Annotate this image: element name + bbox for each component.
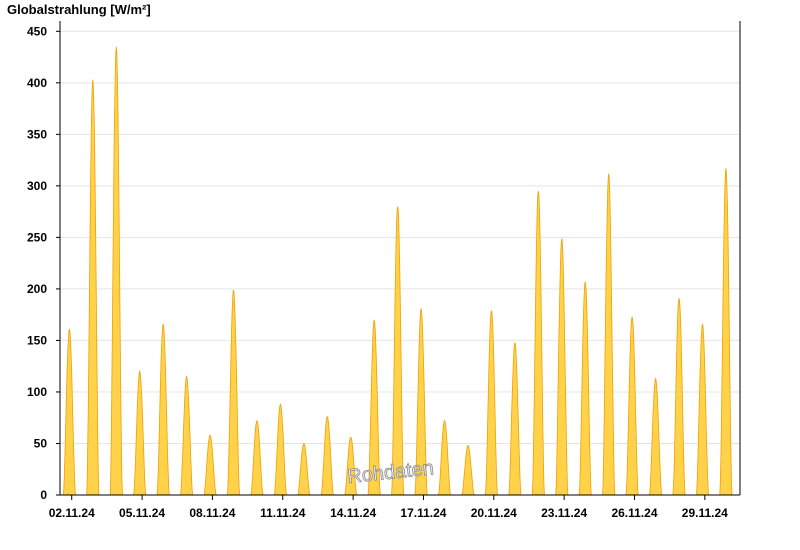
y-tick-label: 450 (27, 24, 47, 38)
y-tick-label: 150 (27, 333, 47, 347)
x-ticks: 02.11.24 05.11.24 08.11.24 11.11.24 14.11.24… (49, 495, 728, 520)
daily-peak (180, 375, 194, 496)
daily-peak (133, 369, 147, 496)
daily-peak (578, 281, 592, 496)
y-tick-label: 50 (34, 436, 48, 450)
y-ticks: 0 50 100 150 200 250 300 350 400 450 (27, 24, 60, 502)
x-tick-label: 08.11.24 (189, 506, 235, 520)
daily-peak (484, 310, 498, 496)
y-tick-label: 400 (27, 76, 47, 90)
radiation-chart: Globalstrahlung [W/m²] 0 50 100 150 200 250 30… (7, 2, 741, 520)
x-tick-label: 11.11.24 (260, 506, 306, 520)
y-tick-label: 200 (27, 282, 47, 296)
daily-peak (250, 419, 264, 496)
x-tick-label: 26.11.24 (611, 506, 657, 520)
y-tick-label: 100 (27, 385, 47, 399)
daily-peak (320, 415, 334, 496)
daily-peak (672, 298, 686, 496)
x-tick-label: 14.11.24 (330, 506, 376, 520)
daily-peak (531, 190, 545, 496)
daily-peak (695, 323, 710, 496)
daily-peak (273, 403, 287, 496)
daily-peak (297, 442, 311, 496)
daily-peak (461, 444, 475, 496)
daily-peak (86, 79, 100, 496)
x-tick-label: 29.11.24 (682, 506, 728, 520)
y-tick-label: 0 (40, 488, 47, 502)
x-tick-label: 23.11.24 (541, 506, 587, 520)
daily-peak (555, 238, 569, 496)
x-tick-label: 02.11.24 (49, 506, 95, 520)
x-tick-label: 17.11.24 (400, 506, 446, 520)
x-tick-label: 05.11.24 (119, 506, 165, 520)
daily-peak (719, 168, 733, 496)
daily-peak (438, 419, 452, 496)
daily-peak (156, 323, 170, 496)
daily-peak (391, 206, 405, 496)
x-tick-label: 20.11.24 (471, 506, 517, 520)
daily-peak (109, 46, 123, 496)
y-tick-label: 250 (27, 230, 47, 244)
daily-peak (625, 316, 639, 496)
y-tick-label: 300 (27, 179, 47, 193)
daily-radiation-peaks (62, 46, 733, 496)
chart-title: Globalstrahlung [W/m²] (7, 2, 151, 17)
daily-peak (203, 434, 217, 496)
daily-peak (62, 329, 76, 496)
daily-peak (602, 173, 616, 496)
daily-peak (508, 342, 522, 496)
daily-peak (649, 377, 663, 496)
y-tick-label: 350 (27, 127, 47, 141)
